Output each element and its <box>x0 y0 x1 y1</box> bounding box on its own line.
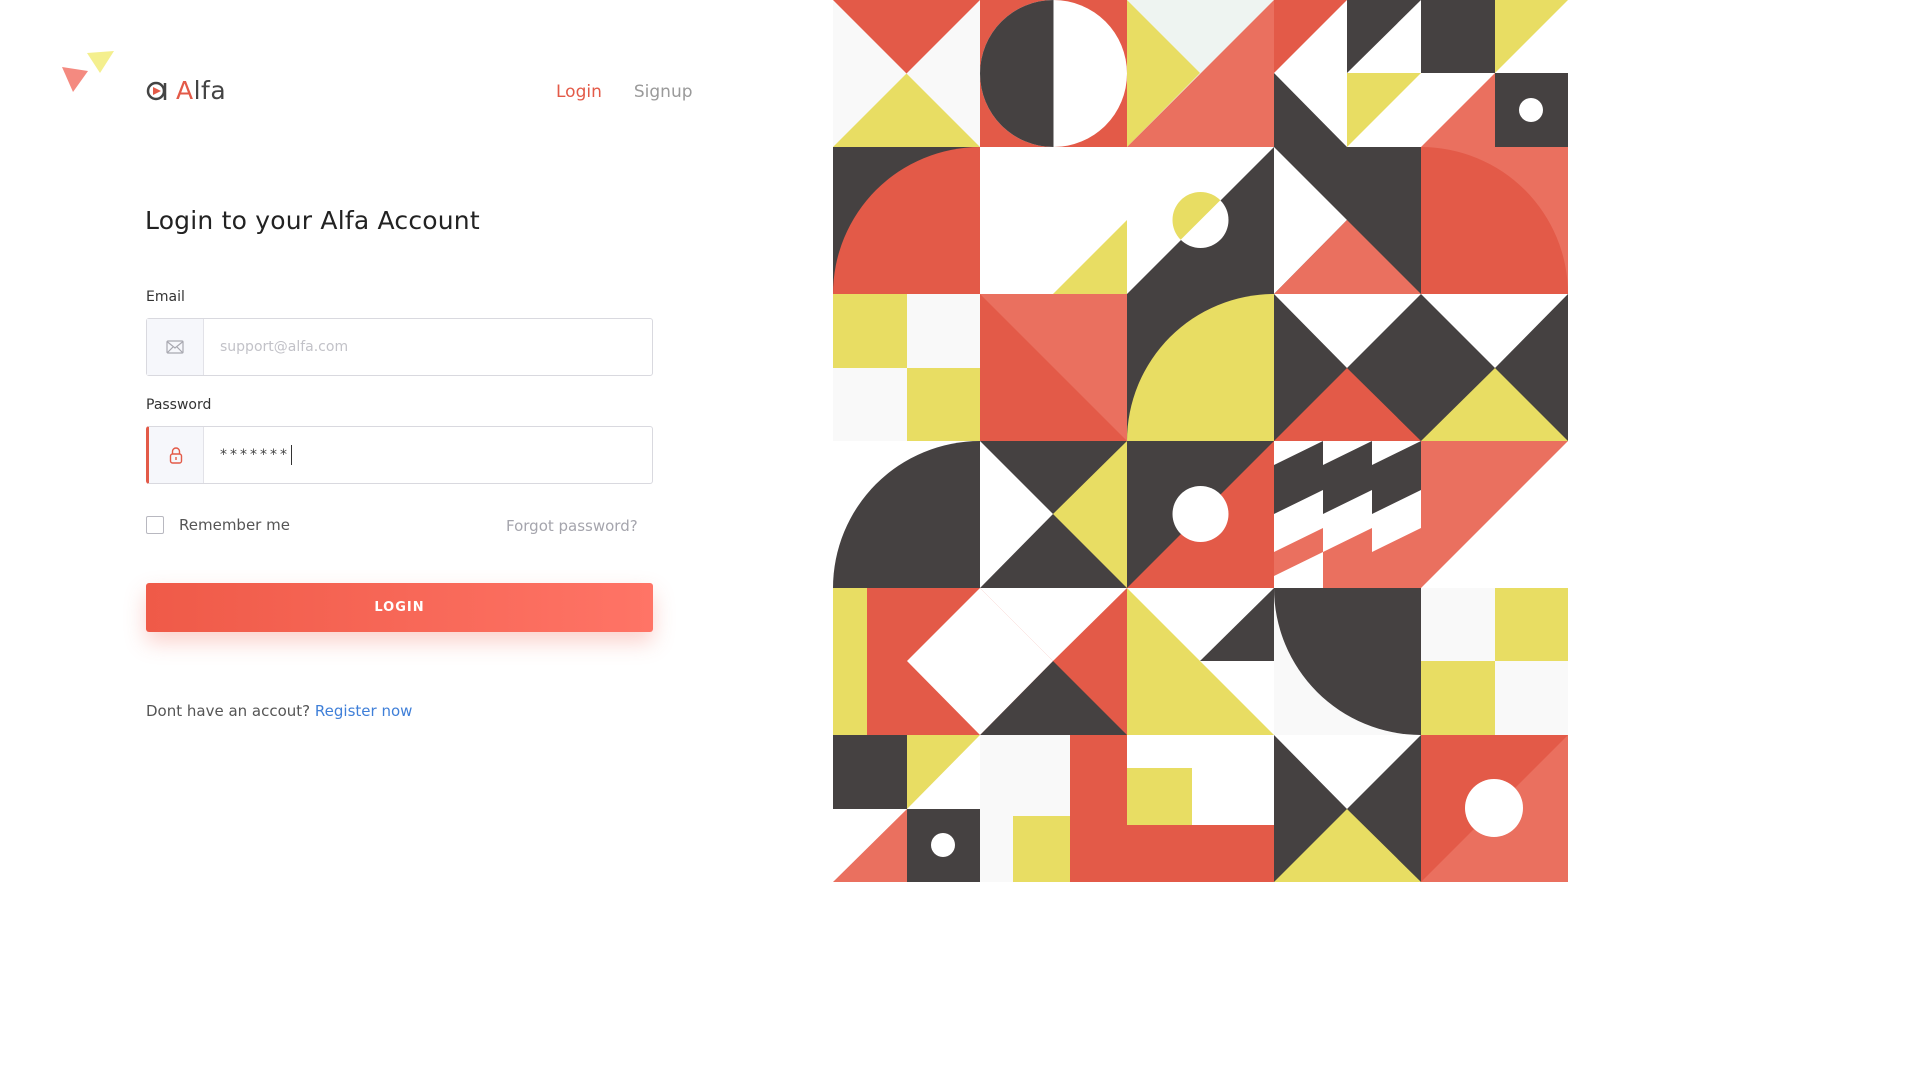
email-input[interactable] <box>204 319 652 375</box>
password-input[interactable]: ******* <box>204 427 652 483</box>
lock-icon <box>169 447 183 464</box>
top-nav: Login Signup <box>556 82 693 102</box>
brand-name: Alfa <box>176 76 227 105</box>
geometric-art-panel <box>833 0 1568 882</box>
password-label: Password <box>146 397 212 413</box>
art-row-5 <box>833 588 1568 735</box>
login-panel: Alfa Login Signup Login to your Alfa Acc… <box>0 0 833 882</box>
nav-signup-link[interactable]: Signup <box>634 82 693 102</box>
password-field[interactable]: ******* <box>146 426 653 484</box>
register-prompt-text: Dont have an accout? <box>146 702 311 720</box>
forgot-password-link[interactable]: Forgot password? <box>506 517 638 535</box>
lock-icon-box <box>149 427 204 483</box>
logo-mark-icon <box>146 81 167 100</box>
art-row-2 <box>833 147 1568 294</box>
email-label: Email <box>146 289 185 305</box>
art-row-3 <box>833 294 1568 441</box>
register-prompt: Dont have an accout? Register now <box>146 702 412 720</box>
remember-me-checkbox[interactable] <box>146 516 164 534</box>
text-caret <box>291 445 292 465</box>
register-now-link[interactable]: Register now <box>315 702 412 720</box>
password-masked-value: ******* <box>220 447 290 463</box>
art-row-4 <box>833 441 1568 588</box>
email-field[interactable] <box>146 318 653 376</box>
nav-login-link[interactable]: Login <box>556 82 602 102</box>
page-title: Login to your Alfa Account <box>145 206 480 235</box>
envelope-icon <box>166 340 184 354</box>
login-button[interactable]: LOGIN <box>146 583 653 632</box>
envelope-icon-box <box>147 319 204 375</box>
decorative-triangles-icon <box>62 51 114 92</box>
brand-logo[interactable]: Alfa <box>146 76 226 105</box>
remember-me[interactable]: Remember me <box>146 516 290 534</box>
remember-me-label: Remember me <box>179 516 290 534</box>
